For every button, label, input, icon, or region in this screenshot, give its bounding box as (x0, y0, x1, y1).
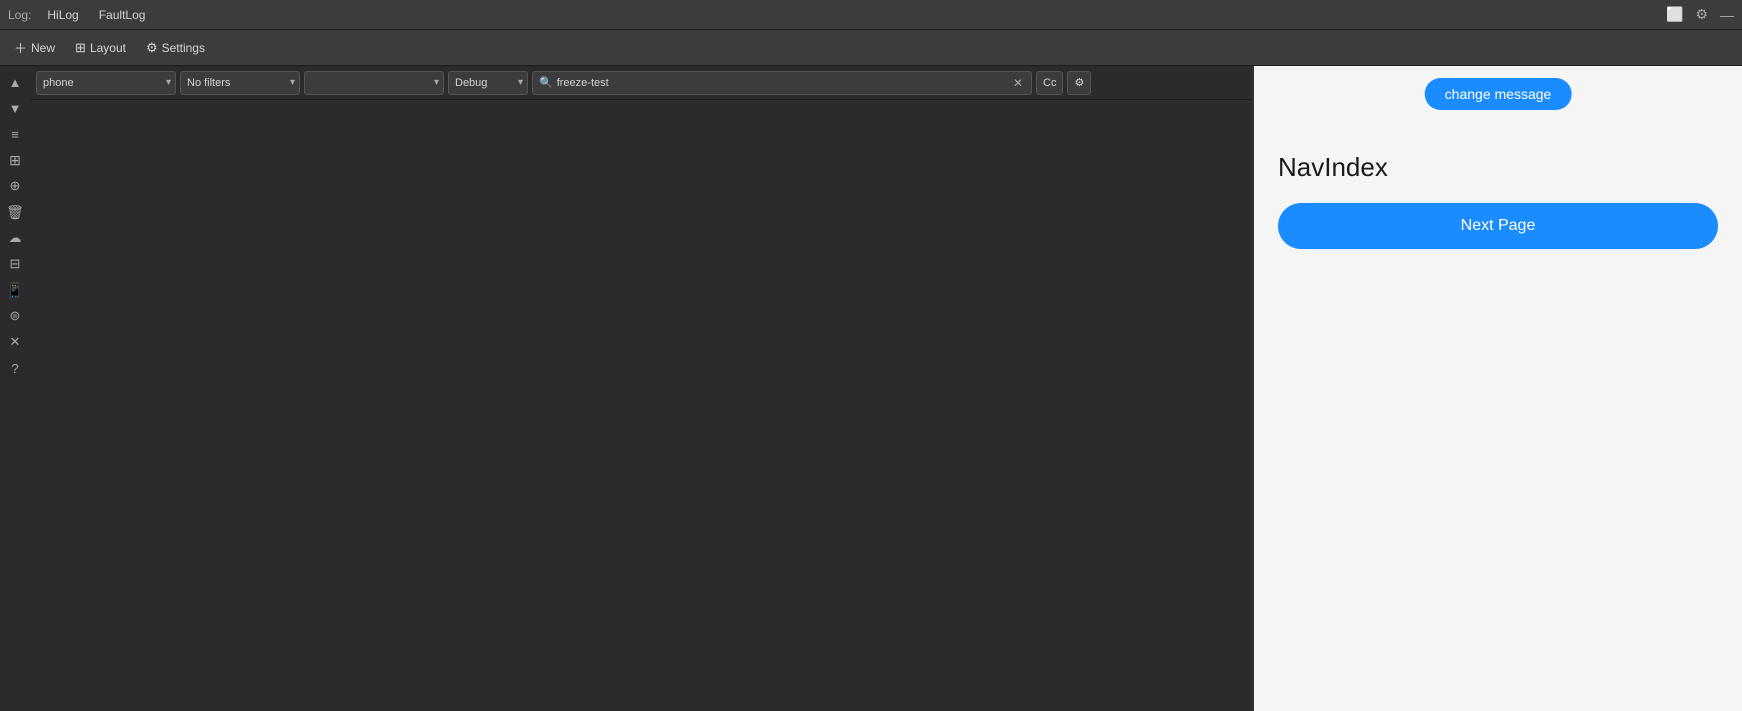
filter-action-button[interactable]: ⚙ (1067, 71, 1091, 95)
add-filter-icon[interactable]: ⊞ (3, 148, 27, 172)
level-select-wrapper: Debug Info Warn Error (448, 71, 528, 95)
table-icon[interactable]: ⊟ (3, 252, 27, 276)
help-icon[interactable]: ? (3, 356, 27, 380)
menu-bar-label: Log: (8, 8, 31, 22)
search-input[interactable] (557, 77, 1011, 89)
scroll-up-icon[interactable]: ▲ (3, 70, 27, 94)
search-clear-icon[interactable]: ✕ (1011, 76, 1025, 90)
nav-index-title: NavIndex (1278, 152, 1388, 183)
toolbar: ＋ New ⊞ Layout ⚙ Settings (0, 30, 1742, 66)
window-minimize-icon[interactable]: — (1720, 7, 1734, 23)
filter-lines-icon[interactable]: ≡ (3, 122, 27, 146)
level-select[interactable]: Debug Info Warn Error (448, 71, 528, 95)
delete-icon[interactable]: 🗑 (3, 200, 27, 224)
scroll-down-icon[interactable]: ▼ (3, 96, 27, 120)
cloud-icon[interactable]: ☁ (3, 226, 27, 250)
search-wrapper: 🔍 ✕ (532, 71, 1032, 95)
close-icon[interactable]: ✕ (3, 330, 27, 354)
menu-faultlog[interactable]: FaultLog (95, 6, 150, 24)
phone-screen: change message NavIndex Next Page (1254, 66, 1742, 711)
filter-select-wrapper: No filters (180, 71, 300, 95)
bookmark-icon[interactable]: ⊕ (3, 174, 27, 198)
filter-select[interactable]: No filters (180, 71, 300, 95)
settings-button[interactable]: ⚙ Settings (140, 37, 211, 59)
menu-hilog[interactable]: HiLog (43, 6, 82, 24)
window-maximize-icon[interactable]: ⬜ (1666, 6, 1683, 23)
tag-select[interactable] (304, 71, 444, 95)
tag-select-wrapper (304, 71, 444, 95)
layout-button[interactable]: ⊞ Layout (69, 37, 132, 59)
window-settings-icon[interactable]: ⚙ (1695, 6, 1708, 23)
cc-button[interactable]: Cc (1036, 71, 1063, 95)
plus-icon: ＋ (14, 38, 27, 57)
filter-bar: phone No filters Debug Info Warn Error (30, 66, 1252, 100)
gear-icon: ⚙ (146, 40, 158, 56)
menu-bar: Log: HiLog FaultLog ⬜ ⚙ — (0, 0, 1742, 30)
phone-panel: change message NavIndex Next Page (1252, 66, 1742, 711)
change-message-button[interactable]: change message (1425, 78, 1572, 110)
sliders-icon[interactable]: ⊜ (3, 304, 27, 328)
main-area: ▲ ▼ ≡ ⊞ ⊕ 🗑 ☁ ⊟ 📱 ⊜ ✕ ? phone No filters (0, 66, 1742, 711)
search-icon: 🔍 (539, 76, 553, 89)
log-content (30, 100, 1252, 711)
phone-device-icon[interactable]: 📱 (3, 278, 27, 302)
left-sidebar: ▲ ▼ ≡ ⊞ ⊕ 🗑 ☁ ⊟ 📱 ⊜ ✕ ? (0, 66, 30, 711)
layout-icon: ⊞ (75, 40, 86, 56)
device-select[interactable]: phone (36, 71, 176, 95)
next-page-button[interactable]: Next Page (1278, 203, 1718, 249)
log-area: phone No filters Debug Info Warn Error (30, 66, 1252, 711)
device-select-wrapper: phone (36, 71, 176, 95)
new-button[interactable]: ＋ New (8, 35, 61, 60)
